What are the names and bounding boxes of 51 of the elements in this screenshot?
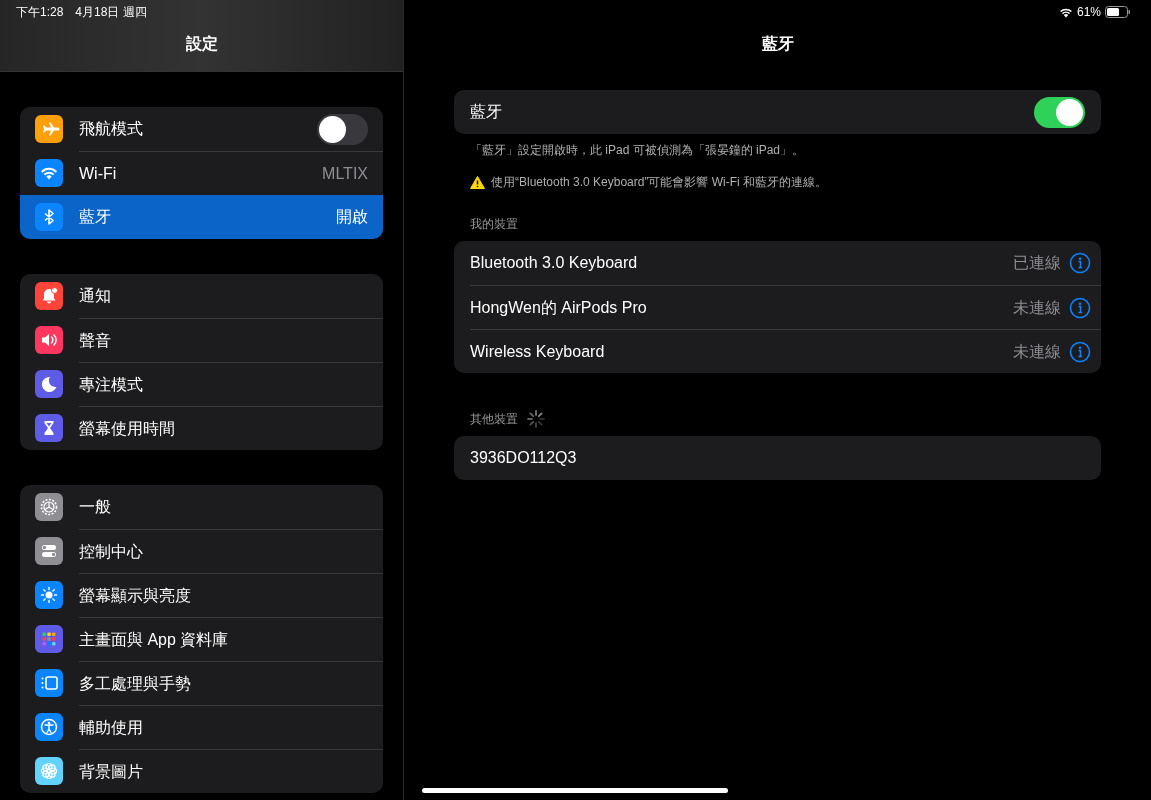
gear-icon <box>35 493 63 521</box>
sun-icon <box>35 581 63 609</box>
bluetooth-icon <box>35 203 63 231</box>
connection-status: 已連線 <box>1013 253 1061 273</box>
sidebar-item[interactable]: 聲音 <box>20 318 383 362</box>
flower-icon <box>35 757 63 785</box>
sidebar-item[interactable]: 背景圖片 <box>20 749 383 793</box>
airplane-mode-toggle[interactable] <box>317 113 368 145</box>
warning-icon <box>470 175 485 189</box>
sidebar-item[interactable]: 螢幕使用時間 <box>20 406 383 450</box>
device-row[interactable]: HongWen的 AirPods Pro 未連線 <box>470 285 1101 329</box>
sidebar-item[interactable]: 輔助使用 <box>20 705 383 749</box>
footnote-text: 使用“Bluetooth 3.0 Keyboard”可能會影響 Wi-Fi 和藍牙的連線。 <box>491 174 828 191</box>
moon-icon <box>35 370 63 398</box>
battery-percent: 61% <box>1076 4 1101 21</box>
sidebar-item[interactable]: 多工處理與手勢 <box>20 661 383 705</box>
page-title: 藍牙 <box>761 34 794 54</box>
info-icon[interactable] <box>1069 296 1091 319</box>
connection-status: 未連線 <box>1013 341 1061 362</box>
wifi-icon <box>1058 6 1073 18</box>
status-time: 下午1:28 <box>16 4 64 21</box>
footnote-text: 「藍牙」設定開啟時，此 iPad 可被偵測為「張晏鐘的 iPad」。 <box>470 142 805 159</box>
bluetooth-label: 藍牙 <box>470 102 502 122</box>
sidebar-item[interactable]: 主畫面與 App 資料庫 <box>20 617 383 661</box>
device-row[interactable]: Wireless Keyboard 未連線 <box>470 329 1101 373</box>
hourglass-icon <box>35 414 63 442</box>
bell-icon <box>35 282 63 310</box>
multitasking-icon <box>35 669 63 697</box>
section-header: 我的裝置 <box>470 217 518 231</box>
sidebar-item[interactable]: 通知 <box>20 274 383 318</box>
sidebar-title: 設定 <box>185 33 218 54</box>
sidebar-item[interactable]: 控制中心 <box>20 529 383 573</box>
switches-icon <box>35 537 63 565</box>
sidebar-item[interactable]: 螢幕顯示與亮度 <box>20 573 383 617</box>
app-grid-icon <box>35 625 63 653</box>
airplane-icon <box>35 115 63 143</box>
sidebar-item[interactable]: 專注模式 <box>20 362 383 406</box>
accessibility-icon <box>35 713 63 741</box>
sidebar-item[interactable]: 飛航模式 <box>20 107 383 151</box>
info-icon[interactable] <box>1069 340 1091 363</box>
sidebar-item[interactable]: 一般 <box>20 485 383 529</box>
connection-status: 未連線 <box>1013 297 1061 318</box>
info-icon[interactable] <box>1069 252 1091 274</box>
status-date: 4月18日 週四 <box>75 4 147 21</box>
section-header: 其他裝置 <box>470 411 518 428</box>
sidebar-item[interactable]: 藍牙 開啟 <box>20 195 383 239</box>
speaker-icon <box>35 326 63 354</box>
bluetooth-toggle[interactable] <box>1034 96 1085 128</box>
battery-icon <box>1105 6 1131 18</box>
device-row[interactable]: Bluetooth 3.0 Keyboard 已連線 <box>470 241 1101 285</box>
wifi-icon <box>35 159 63 187</box>
